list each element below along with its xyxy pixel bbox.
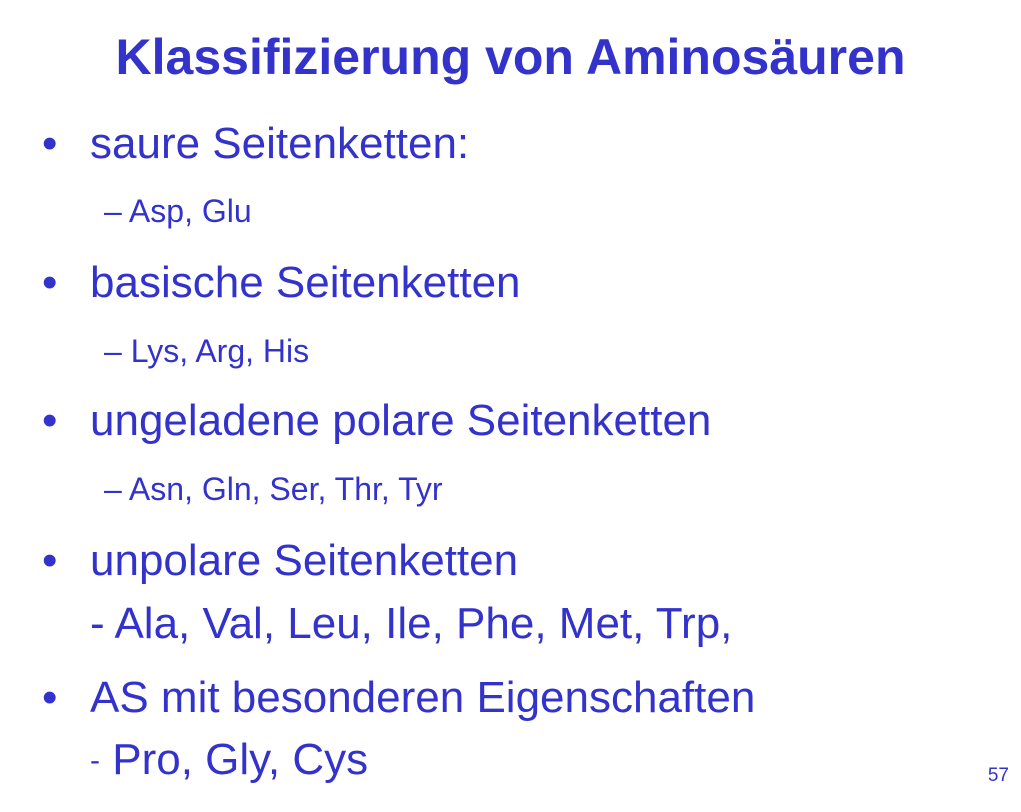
subitem-polar-examples: – Asn, Gln, Ser, Thr, Tyr: [104, 471, 443, 507]
subitem-acidic-examples: – Asp, Glu: [104, 193, 252, 229]
bullet-icon: •: [42, 396, 58, 445]
subitem-basic-examples: – Lys, Arg, His: [104, 333, 310, 369]
bullet-icon: •: [42, 673, 58, 722]
bullet-item-special: AS mit besonderen Eigenschaften: [90, 673, 756, 722]
bullet-item-nonpolar: unpolare Seitenketten: [90, 536, 519, 585]
bullet-item-acidic: saure Seitenketten:: [90, 119, 470, 168]
item-nonpolar-examples: - Ala, Val, Leu, Ile, Phe, Met, Trp,: [90, 599, 733, 648]
slide-title: Klassifizierung von Aminosäuren: [115, 29, 906, 85]
bullet-icon: •: [42, 536, 58, 585]
page-number: 57: [987, 765, 1009, 786]
bullet-icon: •: [42, 119, 58, 168]
item-special-examples: - Pro, Gly, Cys: [90, 733, 368, 788]
item-special-text: Pro, Gly, Cys: [112, 735, 369, 784]
bullet-icon: •: [42, 258, 58, 307]
bullet-item-basic: basische Seitenketten: [90, 258, 521, 307]
item-special-dash: -: [90, 744, 100, 777]
bullet-item-polar: ungeladene polare Seitenketten: [90, 396, 712, 445]
